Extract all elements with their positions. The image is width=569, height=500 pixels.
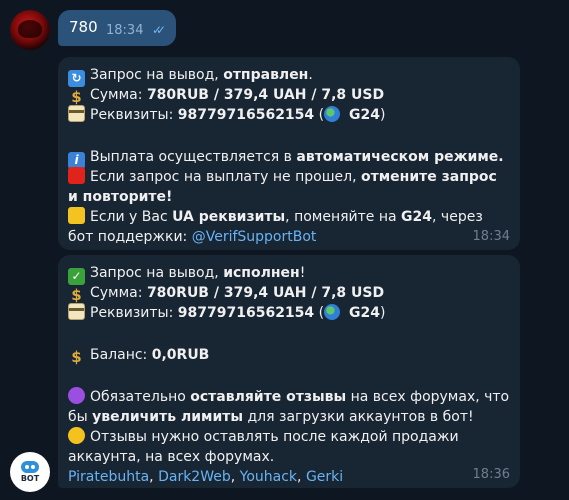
forum-link-youhack[interactable]: Youhack (240, 469, 297, 485)
credit-card-icon (68, 303, 85, 320)
message-time: 18:36 (472, 467, 510, 482)
bot-avatar-label: BOT (20, 474, 40, 483)
read-checkmarks-icon: ✓✓ (152, 23, 166, 37)
reviews-line: Обязательно оставляйте отзывы на всех фо… (68, 387, 510, 425)
status-line: ✓ Запрос на вывод, исполнен! (68, 263, 510, 285)
warning-line: Если запрос на выплату не прошел, отмени… (68, 167, 497, 205)
amount-line: $ Сумма: 780RUB / 379,4 UAH / 7,8 USD (68, 283, 510, 304)
outgoing-message[interactable]: 780 18:34 ✓✓ (58, 10, 176, 46)
support-bot-link[interactable]: @VerifSupportBot (192, 229, 317, 245)
requisites-line: Реквизиты: 98779716562154 ( G24) (68, 303, 510, 323)
balance-line: $ Баланс: 0,0RUB (68, 345, 510, 366)
ua-requisites-line: Если у Вас UA реквизиты, поменяйте на G2… (68, 207, 483, 245)
incoming-message-withdrawal-completed[interactable]: ✓ Запрос на вывод, исполнен! $ Сумма: 780R… (58, 255, 520, 488)
globe-icon (324, 304, 341, 320)
purple-circle-icon (68, 387, 85, 404)
requisites-line: Реквизиты: 98779716562154 ( G24) (68, 105, 510, 125)
yellow-circle-icon (68, 427, 85, 444)
money-bag-icon: $ (71, 348, 82, 366)
amount-line: $ Сумма: 780RUB / 379,4 UAH / 7,8 USD (68, 85, 510, 106)
money-bag-icon: $ (71, 286, 82, 304)
user-avatar[interactable] (10, 10, 50, 50)
reviews-note-line: Отзывы нужно оставлять после каждой прод… (68, 427, 459, 465)
bot-avatar[interactable]: BOT (10, 452, 50, 492)
credit-card-icon (68, 105, 85, 122)
message-time: 18:34 (472, 229, 510, 244)
incoming-message-withdrawal-sent[interactable]: ↻ Запрос на вывод, отправлен. $ Сумма: 780… (58, 57, 520, 250)
forum-link-dark2web[interactable]: Dark2Web (158, 469, 231, 485)
info-line: i Выплата осуществляется в автоматическом… (68, 147, 510, 169)
money-bag-icon: $ (71, 88, 82, 106)
globe-icon (324, 106, 341, 122)
yellow-square-icon (68, 207, 85, 224)
forum-link-gerki[interactable]: Gerki (306, 469, 343, 485)
red-square-icon (68, 167, 85, 184)
robot-icon (21, 461, 39, 473)
message-text: 780 (69, 18, 98, 36)
forum-links-line: Piratebuhta, Dark2Web, Youhack, Gerki (68, 469, 344, 485)
status-line: ↻ Запрос на вывод, отправлен. (68, 65, 510, 87)
forum-link-piratebuhta[interactable]: Piratebuhta (68, 469, 149, 485)
